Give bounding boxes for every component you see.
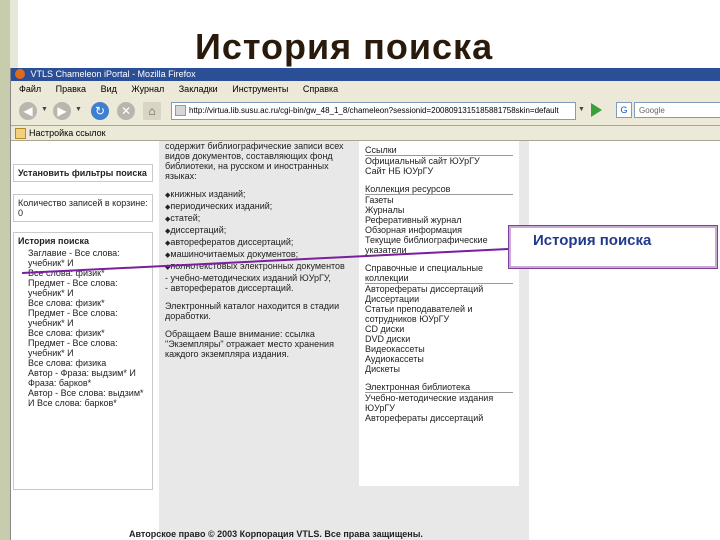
callout-connector xyxy=(21,248,509,274)
callout-label: История поиска xyxy=(508,225,718,269)
connector-line xyxy=(21,248,509,274)
